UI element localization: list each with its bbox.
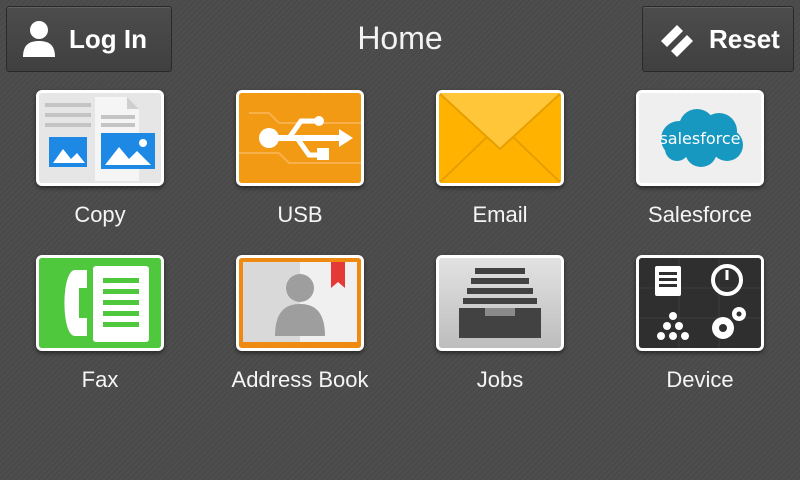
app-label: Copy <box>74 202 126 227</box>
app-label: Fax <box>81 367 119 392</box>
jobs-icon <box>436 255 564 351</box>
device-icon <box>636 255 764 351</box>
copy-icon <box>36 90 164 186</box>
top-bar: Log In Home Reset <box>0 0 800 80</box>
login-label: Log In <box>69 23 147 54</box>
app-label: Jobs <box>476 367 524 392</box>
app-tile-address-book[interactable]: Address Book <box>200 243 400 393</box>
usb-icon <box>236 90 364 186</box>
reset-icon <box>661 25 693 57</box>
app-tile-fax[interactable]: Fax <box>0 243 200 393</box>
address-book-icon <box>236 255 364 351</box>
app-label: Salesforce <box>648 202 752 227</box>
app-label: Email <box>472 202 528 227</box>
app-tile-email[interactable]: Email <box>400 78 600 228</box>
app-label: USB <box>277 202 323 227</box>
user-icon <box>23 21 55 57</box>
reset-button[interactable]: Reset <box>642 6 794 72</box>
email-icon <box>436 90 564 186</box>
salesforce-icon: salesforce <box>636 90 764 186</box>
login-button[interactable]: Log In <box>6 6 172 72</box>
app-label: Address Book <box>231 367 369 392</box>
app-tile-copy[interactable]: Copy <box>0 78 200 228</box>
app-tile-jobs[interactable]: Jobs <box>400 243 600 393</box>
reset-label: Reset <box>709 23 780 54</box>
page-title: Home <box>357 20 443 56</box>
app-tile-device[interactable]: Device <box>600 243 800 393</box>
app-tile-salesforce[interactable]: salesforce Salesforce <box>600 78 800 228</box>
salesforce-logo-text: salesforce <box>659 129 741 148</box>
fax-icon <box>36 255 164 351</box>
app-tile-usb[interactable]: USB <box>200 78 400 228</box>
app-label: Device <box>666 367 734 392</box>
